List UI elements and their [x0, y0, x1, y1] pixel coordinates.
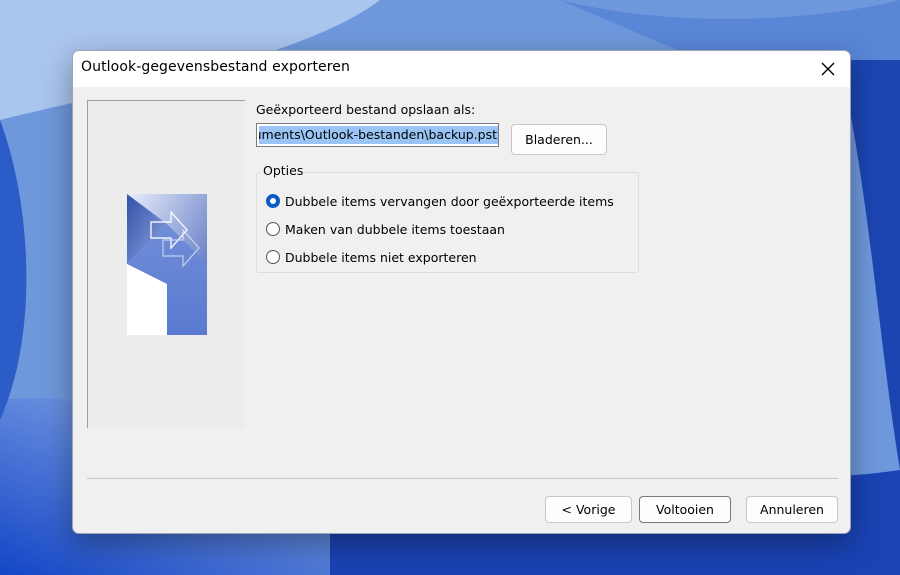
options-legend: Opties	[261, 163, 306, 178]
option-label: Dubbele items niet exporteren	[285, 249, 477, 265]
option-replace-duplicates[interactable]: Dubbele items vervangen door geëxporteer…	[266, 192, 614, 210]
option-label: Maken van dubbele items toestaan	[285, 221, 505, 237]
close-icon	[821, 62, 835, 76]
browse-button[interactable]: Bladeren...	[511, 124, 607, 155]
option-skip-duplicates[interactable]: Dubbele items niet exporteren	[266, 248, 477, 266]
option-label: Dubbele items vervangen door geëxporteer…	[285, 193, 614, 209]
cancel-button[interactable]: Annuleren	[746, 496, 838, 523]
previous-button[interactable]: < Vorige	[545, 496, 632, 523]
export-dialog: Outlook-gegevensbestand exporteren Geëxp…	[72, 50, 851, 534]
export-path-value: ocuments\Outlook-bestanden\backup.pst	[259, 126, 498, 144]
radio-unselected-icon[interactable]	[266, 222, 280, 236]
desktop-background: Outlook-gegevensbestand exporteren Geëxp…	[0, 0, 900, 575]
radio-selected-icon[interactable]	[266, 194, 280, 208]
save-as-label: Geëxporteerd bestand opslaan als:	[256, 102, 476, 117]
dialog-title: Outlook-gegevensbestand exporteren	[81, 59, 350, 75]
finish-button[interactable]: Voltooien	[639, 496, 731, 523]
close-button[interactable]	[814, 55, 842, 83]
radio-unselected-icon[interactable]	[266, 250, 280, 264]
footer-divider	[87, 478, 838, 479]
option-allow-duplicates[interactable]: Maken van dubbele items toestaan	[266, 220, 505, 238]
export-path-input[interactable]: ocuments\Outlook-bestanden\backup.pst	[256, 123, 499, 147]
title-bar: Outlook-gegevensbestand exporteren	[73, 51, 850, 87]
export-wizard-illustration	[127, 194, 207, 335]
wizard-side-panel	[87, 100, 245, 428]
